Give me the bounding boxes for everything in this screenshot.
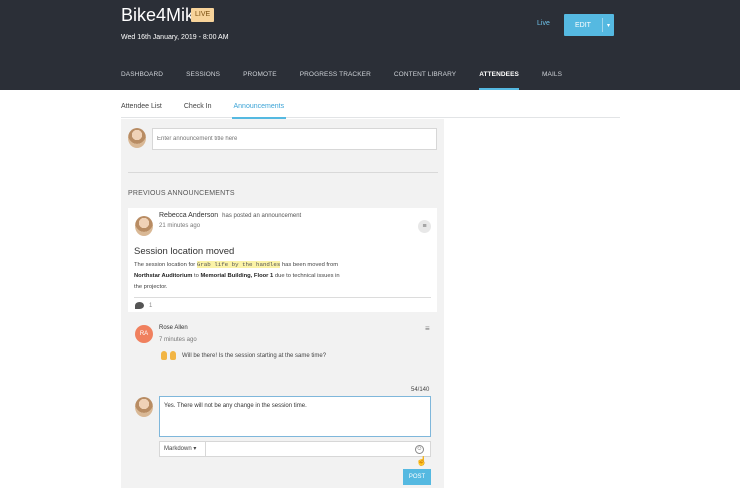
reply-textarea[interactable]: Yes. There will not be any change in the… xyxy=(159,396,431,437)
avatar xyxy=(135,216,153,236)
post-button[interactable]: POST xyxy=(403,469,431,485)
app-header: Bike4Mike LIVE Wed 16th January, 2019 - … xyxy=(0,0,740,90)
session-name-highlight: Grab life by the handles xyxy=(196,261,281,268)
avatar xyxy=(135,397,153,417)
nav-dashboard[interactable]: DASHBOARD xyxy=(121,63,163,90)
edit-label[interactable]: EDIT xyxy=(564,22,602,29)
subtabs: Attendee List Check In Announcements xyxy=(121,100,620,119)
announcement-time: 21 minutes ago xyxy=(159,223,201,229)
comment-icon xyxy=(135,302,144,309)
nav-attendees[interactable]: ATTENDEES xyxy=(479,63,519,90)
divider xyxy=(205,442,206,457)
reply-text: Will be there! Is the session starting a… xyxy=(161,351,326,360)
comment-count[interactable]: 1 xyxy=(135,302,152,309)
menu-icon[interactable]: ≡ xyxy=(418,220,431,233)
comment-count-value: 1 xyxy=(149,302,153,309)
live-badge: LIVE xyxy=(191,8,215,22)
nav-content-library[interactable]: CONTENT LIBRARY xyxy=(394,63,456,90)
previous-announcements-title: PREVIOUS ANNOUNCEMENTS xyxy=(128,190,235,197)
nav-progress-tracker[interactable]: PROGRESS TRACKER xyxy=(300,63,371,90)
avatar xyxy=(128,128,146,148)
tab-attendee-list[interactable]: Attendee List xyxy=(121,100,162,118)
divider xyxy=(128,172,438,173)
announcement-title-input[interactable] xyxy=(152,128,437,150)
announcement-author[interactable]: Rebecca Anderson xyxy=(159,212,218,219)
main-nav: DASHBOARD SESSIONS PROMOTE PROGRESS TRAC… xyxy=(121,63,585,90)
emoji-icon[interactable]: ☺ xyxy=(415,445,424,454)
announcement-action: has posted an announcement xyxy=(222,213,302,219)
nav-promote[interactable]: PROMOTE xyxy=(243,63,277,90)
body-text: The session location for xyxy=(134,262,197,268)
char-count: 54/140 xyxy=(411,387,430,393)
body-text: has been moved from xyxy=(280,262,339,268)
announcement-heading: Session location moved xyxy=(134,246,235,257)
tab-announcements[interactable]: Announcements xyxy=(231,100,286,119)
clap-emoji-icon xyxy=(170,351,176,360)
announcements-panel: PREVIOUS ANNOUNCEMENTS Rebecca Anderson h… xyxy=(121,119,444,488)
chevron-down-icon[interactable]: ▾ xyxy=(603,22,614,29)
clap-emoji-icon xyxy=(161,351,167,360)
tab-check-in[interactable]: Check In xyxy=(184,100,212,118)
announcement-author-line: Rebecca Anderson has posted an announceme… xyxy=(159,212,301,219)
announcement-card: Rebecca Anderson has posted an announceme… xyxy=(128,208,437,312)
avatar: RA xyxy=(135,325,153,343)
live-link[interactable]: Live xyxy=(537,20,550,27)
reply-author[interactable]: Rose Allen xyxy=(159,325,188,331)
event-date: Wed 16th January, 2019 - 8:00 AM xyxy=(121,34,229,41)
edit-button[interactable]: EDIT ▾ xyxy=(564,14,614,36)
hand-cursor-icon: ☝ xyxy=(416,456,428,466)
reply-time: 7 minutes ago xyxy=(159,337,197,343)
menu-icon[interactable]: ≡ xyxy=(425,324,430,333)
composer-toolbar: Markdown ▾ ☺ xyxy=(159,441,431,457)
format-select[interactable]: Markdown ▾ xyxy=(164,445,196,452)
from-location: Northstar Auditorium xyxy=(134,273,193,279)
nav-mails[interactable]: MAILS xyxy=(542,63,562,90)
reply-message: Will be there! Is the session starting a… xyxy=(182,352,327,359)
announcement-body: The session location for Grab life by th… xyxy=(134,259,346,293)
to-location: Memorial Building, Floor 1 xyxy=(200,273,274,279)
divider xyxy=(134,297,431,298)
nav-sessions[interactable]: SESSIONS xyxy=(186,63,220,90)
